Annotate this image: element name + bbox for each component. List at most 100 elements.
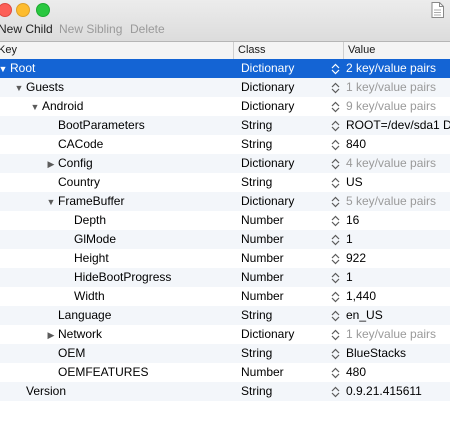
class-stepper-icon[interactable]: [331, 367, 340, 379]
outline-row[interactable]: ▼ Guests Dictionary 1 key/value pairs: [0, 78, 450, 97]
row-value[interactable]: 2 key/value pairs: [346, 59, 450, 78]
delete-button[interactable]: Delete: [130, 22, 165, 36]
row-key-label[interactable]: CACode: [58, 137, 103, 151]
row-key-label[interactable]: Version: [26, 384, 66, 398]
row-class[interactable]: String: [241, 382, 272, 401]
row-key-label[interactable]: Language: [58, 308, 111, 322]
row-class[interactable]: Number: [241, 249, 284, 268]
row-key-label[interactable]: Height: [74, 251, 109, 265]
class-stepper-icon[interactable]: [331, 253, 340, 265]
class-stepper-icon[interactable]: [331, 215, 340, 227]
class-stepper-icon[interactable]: [331, 101, 340, 113]
row-value[interactable]: 0.9.21.415611: [346, 382, 450, 401]
class-stepper-icon[interactable]: [331, 196, 340, 208]
outline-row[interactable]: Depth Number 16: [0, 211, 450, 230]
row-value[interactable]: US: [346, 173, 450, 192]
class-stepper-icon[interactable]: [331, 120, 340, 132]
class-stepper-icon[interactable]: [331, 82, 340, 94]
row-class[interactable]: Number: [241, 230, 284, 249]
class-stepper-icon[interactable]: [331, 139, 340, 151]
class-stepper-icon[interactable]: [331, 348, 340, 360]
row-class[interactable]: Dictionary: [241, 78, 294, 97]
row-value[interactable]: 1: [346, 230, 450, 249]
close-window-button[interactable]: [0, 3, 12, 17]
row-class[interactable]: String: [241, 116, 272, 135]
disclosure-closed-icon[interactable]: ▶: [46, 326, 56, 345]
zoom-window-button[interactable]: [36, 3, 50, 17]
new-child-button[interactable]: New Child: [0, 22, 53, 36]
row-class[interactable]: String: [241, 306, 272, 325]
row-value[interactable]: 1 key/value pairs: [346, 78, 450, 97]
row-class[interactable]: String: [241, 344, 272, 363]
disclosure-open-icon[interactable]: ▼: [30, 98, 40, 117]
key-column-header[interactable]: Key: [0, 42, 17, 59]
class-column-header[interactable]: Class: [233, 42, 266, 59]
outline-row[interactable]: ▶ Network Dictionary 1 key/value pairs: [0, 325, 450, 344]
class-stepper-icon[interactable]: [331, 329, 340, 341]
row-class[interactable]: Number: [241, 268, 284, 287]
disclosure-open-icon[interactable]: ▼: [46, 193, 56, 212]
row-value[interactable]: 1: [346, 268, 450, 287]
outline-row[interactable]: HideBootProgress Number 1: [0, 268, 450, 287]
row-class[interactable]: String: [241, 173, 272, 192]
row-value[interactable]: 5 key/value pairs: [346, 192, 450, 211]
row-value[interactable]: 9 key/value pairs: [346, 97, 450, 116]
row-value[interactable]: BlueStacks: [346, 344, 450, 363]
row-value[interactable]: 1 key/value pairs: [346, 325, 450, 344]
minimize-window-button[interactable]: [16, 3, 30, 17]
class-stepper-icon[interactable]: [331, 310, 340, 322]
row-value[interactable]: 922: [346, 249, 450, 268]
outline-row[interactable]: GlMode Number 1: [0, 230, 450, 249]
row-class[interactable]: Dictionary: [241, 154, 294, 173]
row-value[interactable]: 480: [346, 363, 450, 382]
row-key-label[interactable]: Network: [58, 327, 102, 341]
row-value[interactable]: 840: [346, 135, 450, 154]
row-value[interactable]: 1,440: [346, 287, 450, 306]
row-class[interactable]: Number: [241, 287, 284, 306]
class-stepper-icon[interactable]: [331, 386, 340, 398]
row-key-label[interactable]: GlMode: [74, 232, 116, 246]
row-key-label[interactable]: BootParameters: [58, 118, 145, 132]
row-key-label[interactable]: OEM: [58, 346, 85, 360]
row-key-label[interactable]: FrameBuffer: [58, 194, 124, 208]
outline-row[interactable]: Language String en_US: [0, 306, 450, 325]
row-class[interactable]: Number: [241, 211, 284, 230]
class-stepper-icon[interactable]: [331, 234, 340, 246]
outline-row[interactable]: ▼ FrameBuffer Dictionary 5 key/value pairs: [0, 192, 450, 211]
outline-row[interactable]: ▼ Android Dictionary 9 key/value pairs: [0, 97, 450, 116]
row-key-label[interactable]: Config: [58, 156, 93, 170]
row-value[interactable]: ROOT=/dev/sda1 DATA=/dev/sdb1: [346, 116, 450, 135]
class-stepper-icon[interactable]: [331, 63, 340, 75]
row-value[interactable]: en_US: [346, 306, 450, 325]
outline-row[interactable]: Version String 0.9.21.415611: [0, 382, 450, 401]
row-key-label[interactable]: Android: [42, 99, 83, 113]
row-class[interactable]: Dictionary: [241, 59, 294, 78]
row-class[interactable]: Dictionary: [241, 192, 294, 211]
outline-row[interactable]: Height Number 922: [0, 249, 450, 268]
disclosure-open-icon[interactable]: ▼: [0, 60, 8, 79]
row-value[interactable]: 16: [346, 211, 450, 230]
row-key-label[interactable]: Country: [58, 175, 100, 189]
row-key-label[interactable]: Root: [10, 61, 35, 75]
disclosure-closed-icon[interactable]: ▶: [46, 155, 56, 174]
class-stepper-icon[interactable]: [331, 158, 340, 170]
disclosure-open-icon[interactable]: ▼: [14, 79, 24, 98]
row-class[interactable]: String: [241, 135, 272, 154]
outline-row[interactable]: OEM String BlueStacks: [0, 344, 450, 363]
outline-row[interactable]: OEMFEATURES Number 480: [0, 363, 450, 382]
outline-row[interactable]: CACode String 840: [0, 135, 450, 154]
outline-row[interactable]: ▼ Root Dictionary 2 key/value pairs: [0, 59, 450, 78]
row-key-label[interactable]: OEMFEATURES: [58, 365, 148, 379]
row-class[interactable]: Dictionary: [241, 97, 294, 116]
outline-row[interactable]: BootParameters String ROOT=/dev/sda1 DATA=…: [0, 116, 450, 135]
row-key-label[interactable]: Depth: [74, 213, 106, 227]
row-class[interactable]: Number: [241, 363, 284, 382]
class-stepper-icon[interactable]: [331, 272, 340, 284]
value-column-header[interactable]: Value: [343, 42, 375, 59]
row-key-label[interactable]: Guests: [26, 80, 64, 94]
new-sibling-button[interactable]: New Sibling: [59, 22, 122, 36]
outline-row[interactable]: Country String US: [0, 173, 450, 192]
class-stepper-icon[interactable]: [331, 291, 340, 303]
row-key-label[interactable]: HideBootProgress: [74, 270, 171, 284]
outline-row[interactable]: Width Number 1,440: [0, 287, 450, 306]
